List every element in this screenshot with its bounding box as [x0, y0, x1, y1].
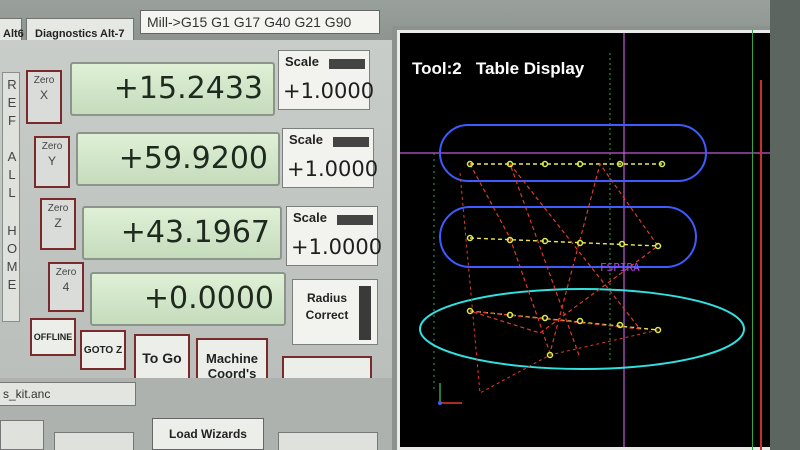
ref-letter: O [6, 241, 18, 256]
dro-x[interactable]: +15.2433 [70, 62, 275, 116]
drill-point [541, 160, 549, 168]
dro-4[interactable]: +0.0000 [90, 272, 286, 326]
file-name-field[interactable]: s_kit.anc [0, 382, 136, 406]
small-button[interactable] [278, 432, 378, 450]
ref-letter: L [8, 167, 16, 182]
radius-correct[interactable]: Radius Correct [292, 279, 378, 345]
drill-point [541, 314, 549, 322]
axis-label: Z [54, 216, 62, 230]
toolpath-canvas: FSPIRA [400, 33, 770, 447]
screen-bezel [770, 0, 800, 450]
goto-z-button[interactable]: GOTO Z [80, 330, 126, 370]
small-button[interactable] [54, 432, 134, 450]
dro-z[interactable]: +43.1967 [82, 206, 282, 260]
drill-point [506, 311, 514, 319]
gcode-status-line: Mill->G15 G1 G17 G40 G21 G90 [140, 10, 380, 34]
scale-value: +1.0000 [287, 157, 379, 181]
scale-indicator [329, 59, 365, 69]
scale-value: +1.0000 [291, 235, 383, 259]
drill-points [466, 160, 666, 359]
toolpath-label: FSPIRA [600, 261, 640, 274]
ref-all-home-button[interactable]: R E F A L L H O M E [2, 72, 20, 322]
drill-point [506, 236, 514, 244]
ref-letter: M [6, 259, 18, 274]
zero-z-button[interactable]: Zero Z [40, 198, 76, 250]
edge-guide-green [752, 30, 753, 450]
ref-letter: E [7, 277, 17, 292]
drill-point [576, 317, 584, 325]
ellipse-outline [419, 288, 745, 370]
scale-indicator [337, 215, 373, 225]
zero-label: Zero [47, 203, 69, 214]
dro-y[interactable]: +59.9200 [76, 132, 280, 186]
zero-label: Zero [41, 141, 63, 152]
display-title: Tool:2 Table Display [412, 59, 585, 78]
scale-x[interactable]: Scale +1.0000 [278, 50, 374, 110]
zero-4-button[interactable]: Zero 4 [48, 262, 84, 312]
scale-indicator [333, 137, 369, 147]
ref-letter: H [7, 223, 17, 238]
drill-point [541, 237, 549, 245]
load-wizards-button[interactable]: Load Wizards [152, 418, 264, 450]
axis-label: Y [47, 154, 56, 168]
scale-label: Scale [289, 132, 323, 147]
to-go-button[interactable]: To Go [134, 334, 190, 382]
scale-value: +1.0000 [283, 79, 375, 103]
scale-z[interactable]: Scale +1.0000 [286, 206, 382, 266]
ref-letter: A [7, 149, 17, 164]
ref-letter: R [7, 77, 17, 92]
ref-letter: F [8, 113, 16, 128]
ref-letter: L [8, 185, 16, 200]
drill-point [616, 321, 624, 329]
drill-point [618, 240, 626, 248]
axis-label: X [39, 88, 48, 102]
axis-label: 4 [62, 280, 70, 294]
radius-correct-led [359, 286, 371, 340]
scale-y[interactable]: Scale +1.0000 [282, 128, 378, 188]
zero-x-button[interactable]: Zero X [26, 70, 62, 124]
radius-correct-label: Radius Correct [305, 291, 349, 322]
offline-button[interactable]: OFFLINE [30, 318, 76, 356]
scale-label: Scale [285, 54, 319, 69]
scale-label: Scale [293, 210, 327, 225]
drill-point [576, 160, 584, 168]
toolpath-display[interactable]: Tool:2 Table Display FSPIRA [397, 30, 773, 450]
axis-origin [438, 401, 442, 405]
edge-guide-red [760, 80, 762, 450]
zero-label: Zero [33, 75, 55, 86]
zero-label: Zero [55, 267, 77, 278]
toolpath-line [469, 237, 659, 247]
zero-y-button[interactable]: Zero Y [34, 136, 70, 188]
ref-letter: E [7, 95, 17, 110]
small-button[interactable] [0, 420, 44, 450]
drill-point [576, 239, 584, 247]
